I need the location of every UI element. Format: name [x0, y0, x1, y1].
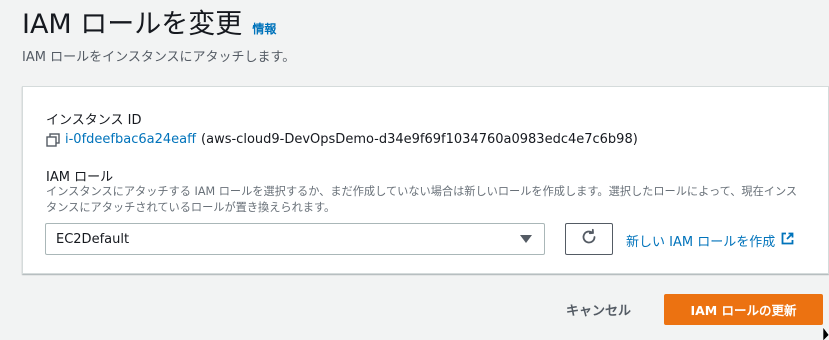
instance-id-label: インスタンス ID	[46, 113, 142, 128]
refresh-icon	[580, 228, 598, 250]
iam-role-description: インスタンスにアタッチする IAM ロールを選択するか、まだ作成していない場合は…	[46, 185, 798, 214]
iam-role-select[interactable]: EC2Default	[45, 223, 545, 255]
create-iam-role-link[interactable]: 新しい IAM ロールを作成	[626, 231, 794, 250]
iam-role-selected-value: EC2Default	[56, 231, 130, 247]
iam-role-label: IAM ロール	[46, 170, 114, 185]
cancel-button[interactable]: キャンセル	[552, 294, 645, 324]
mouse-cursor-icon	[822, 326, 829, 340]
instance-id-link[interactable]: i-0fdeefbac6a24eaff	[65, 132, 196, 147]
settings-container: インスタンス ID i-0fdeefbac6a24eaff (aws-cloud…	[22, 86, 829, 274]
caret-down-icon	[520, 235, 532, 243]
instance-name: (aws-cloud9-DevOpsDemo-d34e9f69f1034760a…	[201, 132, 638, 147]
update-iam-role-button[interactable]: IAM ロールの更新	[664, 294, 823, 325]
info-link[interactable]: 情報	[252, 20, 276, 37]
copy-icon[interactable]	[46, 132, 60, 147]
page-title: IAM ロールを変更 情報	[22, 2, 276, 41]
refresh-button[interactable]	[565, 223, 613, 255]
page-description: IAM ロールをインスタンスにアタッチします。	[22, 50, 296, 65]
page-title-text: IAM ロールを変更	[22, 9, 243, 40]
external-link-icon	[781, 232, 794, 249]
instance-row: i-0fdeefbac6a24eaff (aws-cloud9-DevOpsDe…	[46, 132, 638, 147]
create-iam-role-label: 新しい IAM ロールを作成	[626, 235, 776, 250]
